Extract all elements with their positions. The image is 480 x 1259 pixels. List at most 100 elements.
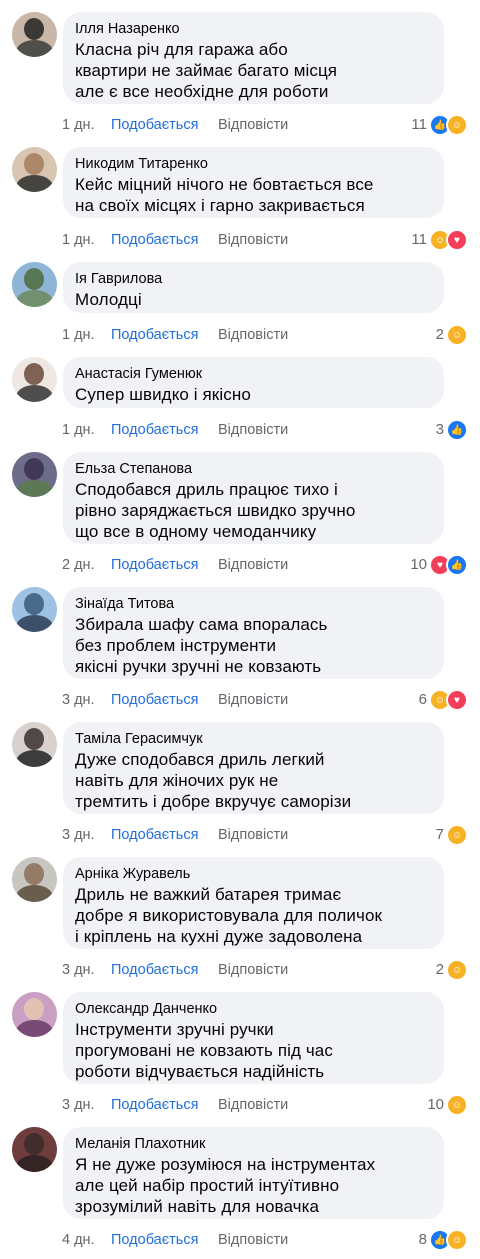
care-reaction-icon: ☺ xyxy=(446,824,468,846)
reaction-summary[interactable]: 8 👍 ☺ xyxy=(419,1229,468,1251)
avatar[interactable] xyxy=(12,147,57,192)
avatar-face xyxy=(24,593,44,615)
comment-text: Сподобався дриль працює тихо і рівно зар… xyxy=(75,480,356,541)
avatar-body xyxy=(16,615,53,632)
comment-time[interactable]: 3 дн. xyxy=(62,1095,95,1115)
avatar[interactable] xyxy=(12,992,57,1037)
like-button[interactable]: Подобається xyxy=(111,1230,198,1250)
comment-time[interactable]: 3 дн. xyxy=(62,960,95,980)
comment-bubble: Таміла Герасимчук Дуже сподобався дриль л… xyxy=(63,722,444,814)
reply-button[interactable]: Відповісти xyxy=(218,1230,288,1250)
avatar-face xyxy=(24,1133,44,1155)
care-reaction-icon: ☺ xyxy=(446,959,468,981)
like-button[interactable]: Подобається xyxy=(111,230,198,250)
reply-button[interactable]: Відповісти xyxy=(218,825,288,845)
comment-author[interactable]: Ія Гаврилова xyxy=(75,270,432,289)
avatar[interactable] xyxy=(12,12,57,57)
reaction-summary[interactable]: 10 ♥ 👍 xyxy=(410,554,468,576)
like-button[interactable]: Подобається xyxy=(111,555,198,575)
reaction-count: 11 xyxy=(411,231,427,248)
comment-author[interactable]: Ельза Степанова xyxy=(75,460,432,479)
reply-button[interactable]: Відповісти xyxy=(218,325,288,345)
comment-bubble: Ілля Назаренко Класна річ для гаража або … xyxy=(63,12,444,104)
like-button[interactable]: Подобається xyxy=(111,960,198,980)
reply-button[interactable]: Відповісти xyxy=(218,1095,288,1115)
comment-bubble: Ія Гаврилова Молодці xyxy=(63,262,444,313)
like-button[interactable]: Подобається xyxy=(111,690,198,710)
reaction-count: 10 xyxy=(427,1096,444,1113)
reply-button[interactable]: Відповісти xyxy=(218,690,288,710)
like-button[interactable]: Подобається xyxy=(111,825,198,845)
avatar-body xyxy=(16,40,53,57)
comment-time[interactable]: 2 дн. xyxy=(62,555,95,575)
like-reaction-icon: 👍 xyxy=(446,419,468,441)
comment-author[interactable]: Анастасія Гуменюк xyxy=(75,365,432,384)
reaction-summary[interactable]: 11 👍 ☺ xyxy=(411,114,468,136)
avatar-face xyxy=(24,863,44,885)
avatar-body xyxy=(16,290,53,307)
comment-time[interactable]: 3 дн. xyxy=(62,825,95,845)
reaction-count: 2 xyxy=(435,961,444,978)
reply-button[interactable]: Відповісти xyxy=(218,555,288,575)
comment-bubble: Анастасія Гуменюк Супер швидко і якісно xyxy=(63,357,444,408)
comment-time[interactable]: 4 дн. xyxy=(62,1230,95,1250)
comment-text: Я не дуже розуміюся на інструментах але … xyxy=(75,1155,376,1216)
avatar[interactable] xyxy=(12,1127,57,1172)
avatar[interactable] xyxy=(12,857,57,902)
reaction-summary[interactable]: 7 ☺ xyxy=(436,824,468,846)
avatar[interactable] xyxy=(12,722,57,767)
avatar-body xyxy=(16,480,53,497)
avatar[interactable] xyxy=(12,262,57,307)
reaction-summary[interactable]: 10 ☺ xyxy=(427,1094,468,1116)
reply-button[interactable]: Відповісти xyxy=(218,420,288,440)
like-button[interactable]: Подобається xyxy=(111,1095,198,1115)
reply-button[interactable]: Відповісти xyxy=(218,960,288,980)
avatar[interactable] xyxy=(12,452,57,497)
comment-bubble: Меланія Плахотник Я не дуже розуміюся на … xyxy=(63,1127,444,1219)
avatar-face xyxy=(24,363,44,385)
comment-text: Збирала шафу сама впоралась без проблем … xyxy=(75,615,328,676)
like-button[interactable]: Подобається xyxy=(111,420,198,440)
avatar-body xyxy=(16,885,53,902)
reply-button[interactable]: Відповісти xyxy=(218,230,288,250)
care-reaction-icon: ☺ xyxy=(446,1094,468,1116)
comment-author[interactable]: Меланія Плахотник xyxy=(75,1135,432,1154)
avatar[interactable] xyxy=(12,357,57,402)
reaction-count: 3 xyxy=(435,421,444,438)
comment-bubble: Арніка Журавель Дриль не важкий батарея т… xyxy=(63,857,444,949)
reaction-summary[interactable]: 6 ☺ ♥ xyxy=(419,689,468,711)
care-reaction-icon: ☺ xyxy=(446,114,468,136)
comment-time[interactable]: 1 дн. xyxy=(62,325,95,345)
reaction-summary[interactable]: 3 👍 xyxy=(436,419,468,441)
comment-bubble: Олександр Данченко Інструменти зручні руч… xyxy=(63,992,444,1084)
care-reaction-icon: ☺ xyxy=(446,1229,468,1251)
comment-author[interactable]: Никодим Титаренко xyxy=(75,155,432,174)
reaction-summary[interactable]: 2 ☺ xyxy=(436,959,468,981)
comment-author[interactable]: Ілля Назаренко xyxy=(75,20,432,39)
comment-text: Супер швидко і якісно xyxy=(75,385,251,404)
comment-time[interactable]: 1 дн. xyxy=(62,230,95,250)
comment-bubble: Зінаїда Титова Збирала шафу сама впоралас… xyxy=(63,587,444,679)
avatar-face xyxy=(24,153,44,175)
comment-author[interactable]: Олександр Данченко xyxy=(75,1000,432,1019)
like-button[interactable]: Подобається xyxy=(111,115,198,135)
comment-time[interactable]: 1 дн. xyxy=(62,115,95,135)
reaction-summary[interactable]: 2 ☺ xyxy=(436,324,468,346)
comment-text: Кейс міцний нічого не бовтається все на … xyxy=(75,175,374,215)
avatar-body xyxy=(16,385,53,402)
comment-time[interactable]: 3 дн. xyxy=(62,690,95,710)
comment-author[interactable]: Таміла Герасимчук xyxy=(75,730,432,749)
comment-text: Дуже сподобався дриль легкий навіть для … xyxy=(75,750,352,811)
avatar-face xyxy=(24,728,44,750)
reply-button[interactable]: Відповісти xyxy=(218,115,288,135)
comment-author[interactable]: Арніка Журавель xyxy=(75,865,432,884)
like-button[interactable]: Подобається xyxy=(111,325,198,345)
comment-text: Молодці xyxy=(75,290,142,309)
reaction-count: 2 xyxy=(435,326,444,343)
comment-author[interactable]: Зінаїда Титова xyxy=(75,595,432,614)
avatar[interactable] xyxy=(12,587,57,632)
reaction-summary[interactable]: 11 ☺ ♥ xyxy=(411,229,468,251)
like-reaction-icon: 👍 xyxy=(446,554,468,576)
comment-time[interactable]: 1 дн. xyxy=(62,420,95,440)
love-reaction-icon: ♥ xyxy=(446,229,468,251)
